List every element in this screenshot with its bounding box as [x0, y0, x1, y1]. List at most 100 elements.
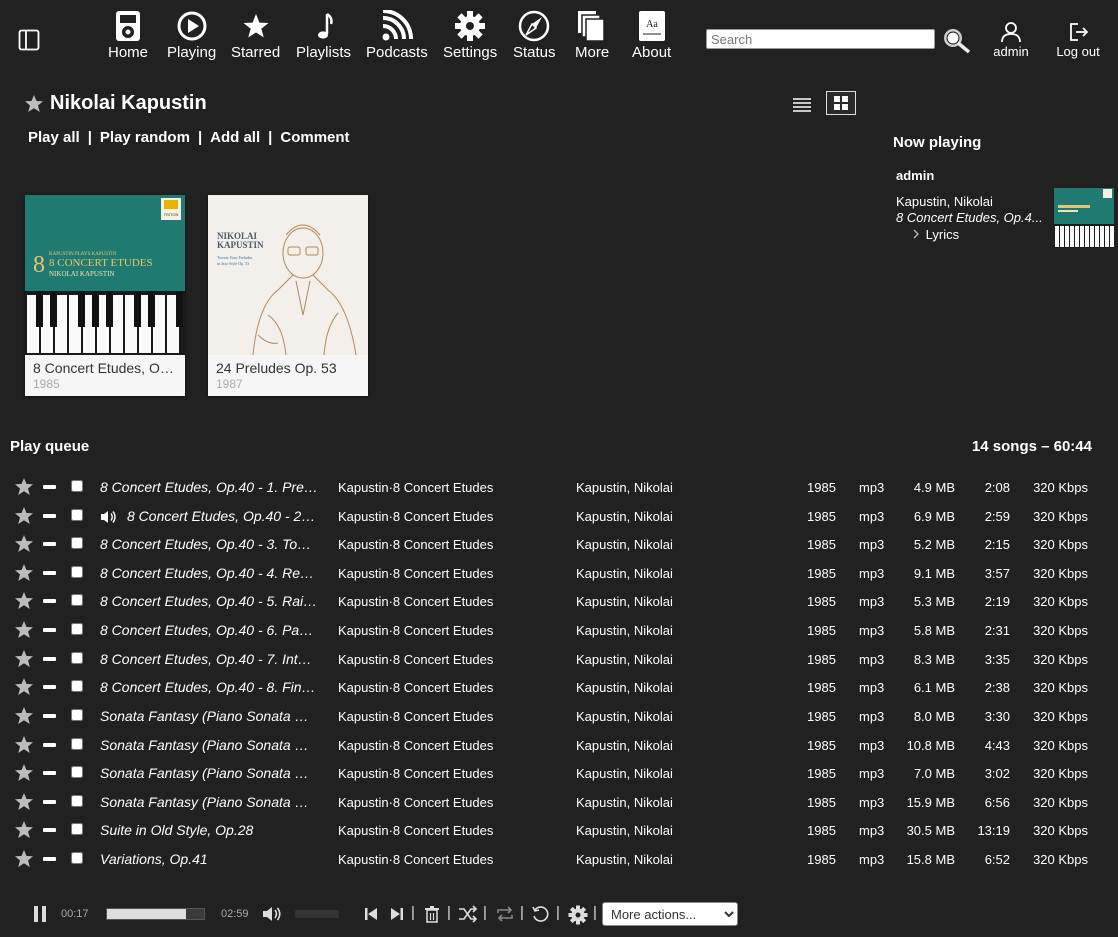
song-album[interactable]: Kapustin·8 Concert Etudes — [338, 566, 568, 581]
queue-row[interactable]: Sonata Fantasy (Piano Sonata No. 1) Kapus… — [0, 731, 1118, 759]
search-input[interactable] — [706, 29, 935, 49]
now-playing-cover[interactable] — [1054, 188, 1114, 248]
star-icon[interactable] — [14, 563, 34, 583]
song-album[interactable]: Kapustin·8 Concert Etudes — [338, 480, 568, 495]
row-checkbox[interactable] — [71, 766, 83, 779]
song-artist[interactable]: Kapustin, Nikolai — [576, 623, 776, 638]
song-artist[interactable]: Kapustin, Nikolai — [576, 680, 776, 695]
remove-from-queue-icon[interactable] — [43, 713, 56, 718]
star-icon[interactable] — [14, 506, 34, 526]
song-album[interactable]: Kapustin·8 Concert Etudes — [338, 709, 568, 724]
nav-status[interactable]: Status — [513, 10, 556, 61]
nav-more[interactable]: More — [575, 10, 609, 61]
song-album[interactable]: Kapustin·8 Concert Etudes — [338, 652, 568, 667]
remove-from-queue-icon[interactable] — [43, 513, 56, 518]
row-checkbox[interactable] — [71, 737, 83, 750]
song-title[interactable]: Sonata Fantasy (Piano Sonata No. 1) — [100, 765, 318, 781]
user-menu[interactable]: admin — [993, 22, 1029, 59]
song-artist[interactable]: Kapustin, Nikolai — [576, 566, 776, 581]
nav-about[interactable]: Aa About — [632, 10, 671, 61]
song-title[interactable]: 8 Concert Etudes, Op.40 - 4. Remembrance — [100, 565, 318, 581]
row-checkbox[interactable] — [71, 480, 83, 492]
row-checkbox[interactable] — [71, 594, 83, 607]
nav-podcasts[interactable]: Podcasts — [366, 10, 428, 61]
star-icon[interactable] — [14, 649, 34, 669]
remove-from-queue-icon[interactable] — [43, 656, 56, 661]
song-title[interactable]: 8 Concert Etudes, Op.40 - 5. Raillery — [100, 593, 318, 609]
song-album[interactable]: Kapustin·8 Concert Etudes — [338, 852, 568, 867]
grid-view-button[interactable] — [826, 91, 856, 115]
queue-row[interactable]: Sonata Fantasy (Piano Sonata No. 1) Kapus… — [0, 788, 1118, 816]
queue-row[interactable]: 8 Concert Etudes, Op.40 - 1. Prelude Kapu… — [0, 473, 1118, 501]
row-checkbox[interactable] — [71, 708, 83, 721]
song-title[interactable]: 8 Concert Etudes, Op.40 - 2. Reverie — [127, 508, 318, 524]
album-card[interactable]: NIKOLAI KAPUSTIN Twenty Four Preludes in… — [208, 195, 368, 396]
star-icon[interactable] — [14, 591, 34, 611]
search-icon[interactable] — [938, 26, 972, 54]
row-checkbox[interactable] — [71, 651, 83, 664]
star-icon[interactable] — [14, 849, 34, 869]
queue-row[interactable]: Variations, Op.41 Kapustin·8 Concert Etud… — [0, 845, 1118, 873]
song-title[interactable]: Sonata Fantasy (Piano Sonata No. 1) — [100, 794, 318, 810]
now-playing-artist[interactable]: Kapustin, Nikolai — [896, 194, 993, 209]
nav-starred[interactable]: Starred — [231, 10, 280, 61]
star-icon[interactable] — [14, 763, 34, 783]
repeat-icon[interactable] — [495, 905, 515, 923]
comment-link[interactable]: Comment — [280, 129, 349, 146]
song-album[interactable]: Kapustin·8 Concert Etudes — [338, 738, 568, 753]
remove-from-queue-icon[interactable] — [43, 628, 56, 633]
song-title[interactable]: 8 Concert Etudes, Op.40 - 3. Toccatina — [100, 536, 318, 552]
song-album[interactable]: Kapustin·8 Concert Etudes — [338, 795, 568, 810]
remove-from-queue-icon[interactable] — [43, 485, 56, 489]
gear-icon[interactable] — [568, 905, 588, 925]
star-icon[interactable] — [14, 706, 34, 726]
song-title[interactable]: 8 Concert Etudes, Op.40 - 6. Pastoral — [100, 622, 318, 638]
nav-playing[interactable]: Playing — [167, 10, 216, 61]
song-album[interactable]: Kapustin·8 Concert Etudes — [338, 537, 568, 552]
nav-home[interactable]: Home — [108, 10, 148, 61]
row-checkbox[interactable] — [71, 537, 83, 550]
song-title[interactable]: Variations, Op.41 — [100, 851, 318, 867]
remove-from-queue-icon[interactable] — [43, 857, 56, 862]
song-artist[interactable]: Kapustin, Nikolai — [576, 480, 776, 495]
album-card[interactable]: TRITON KAPUSTIN PLAYS KAPUSTIN 8 8 CONCE… — [25, 195, 185, 396]
sidebar-toggle-icon[interactable] — [18, 29, 40, 51]
album-title[interactable]: 8 Concert Etudes, Op.40 — [33, 360, 179, 376]
list-view-button[interactable] — [788, 92, 818, 116]
progress-slider[interactable] — [106, 908, 205, 920]
add-all-link[interactable]: Add all — [210, 129, 260, 146]
song-title[interactable]: Sonata Fantasy (Piano Sonata No. 1) — [100, 737, 318, 753]
remove-from-queue-icon[interactable] — [43, 799, 56, 804]
nav-playlists[interactable]: Playlists — [296, 10, 351, 61]
row-checkbox[interactable] — [71, 852, 83, 865]
shuffle-icon[interactable] — [458, 905, 478, 923]
star-icon[interactable] — [14, 620, 34, 640]
row-checkbox[interactable] — [71, 794, 83, 807]
queue-row[interactable]: 8 Concert Etudes, Op.40 - 4. Remembrance… — [0, 559, 1118, 587]
queue-row[interactable]: 8 Concert Etudes, Op.40 - 8. Finale Kapus… — [0, 673, 1118, 701]
volume-icon[interactable] — [261, 905, 283, 923]
row-checkbox[interactable] — [71, 623, 83, 636]
star-icon[interactable] — [14, 677, 34, 697]
song-album[interactable]: Kapustin·8 Concert Etudes — [338, 823, 568, 838]
nav-settings[interactable]: Settings — [443, 10, 497, 61]
song-artist[interactable]: Kapustin, Nikolai — [576, 709, 776, 724]
logout-button[interactable]: Log out — [1056, 22, 1100, 59]
star-outline-icon[interactable] — [24, 94, 44, 114]
pause-icon[interactable] — [32, 905, 48, 923]
remove-from-queue-icon[interactable] — [43, 542, 56, 547]
song-album[interactable]: Kapustin·8 Concert Etudes — [338, 509, 568, 524]
song-artist[interactable]: Kapustin, Nikolai — [576, 509, 776, 524]
play-all-link[interactable]: Play all — [28, 129, 80, 146]
song-title[interactable]: 8 Concert Etudes, Op.40 - 8. Finale — [100, 679, 318, 695]
song-artist[interactable]: Kapustin, Nikolai — [576, 852, 776, 867]
star-icon[interactable] — [14, 735, 34, 755]
remove-from-queue-icon[interactable] — [43, 771, 56, 776]
queue-row[interactable]: Suite in Old Style, Op.28 Kapustin·8 Conc… — [0, 816, 1118, 844]
song-album[interactable]: Kapustin·8 Concert Etudes — [338, 766, 568, 781]
queue-row[interactable]: Sonata Fantasy (Piano Sonata No. 1) Kapus… — [0, 759, 1118, 787]
row-checkbox[interactable] — [71, 565, 83, 578]
star-icon[interactable] — [14, 534, 34, 554]
queue-row[interactable]: Sonata Fantasy (Piano Sonata No. 1) Kapus… — [0, 702, 1118, 730]
song-artist[interactable]: Kapustin, Nikolai — [576, 823, 776, 838]
